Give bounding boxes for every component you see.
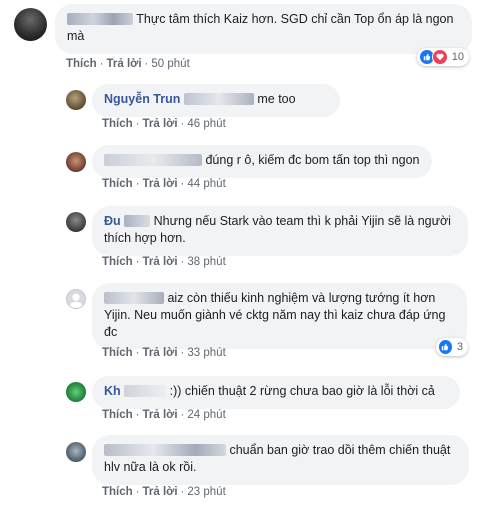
redacted-name bbox=[104, 292, 164, 304]
commenter-name[interactable]: Nguyễn Trun bbox=[104, 92, 180, 106]
timestamp[interactable]: 44 phút bbox=[187, 178, 225, 190]
avatar[interactable] bbox=[66, 152, 86, 172]
like-link[interactable]: Thích bbox=[102, 486, 133, 498]
like-link[interactable]: Thích bbox=[102, 118, 133, 130]
avatar[interactable] bbox=[66, 382, 86, 402]
comment-actions: Thích · Trả lời · 38 phút bbox=[102, 256, 226, 268]
commenter-name[interactable]: Đu bbox=[104, 214, 121, 228]
comment-bubble: Nguyễn Trun me too bbox=[92, 84, 340, 117]
comment-bubble: Đu Nhưng nếu Stark vào team thì k phải Y… bbox=[92, 206, 468, 256]
redacted-name bbox=[104, 444, 226, 456]
timestamp[interactable]: 38 phút bbox=[187, 256, 225, 268]
commenter-name[interactable]: Kh bbox=[104, 384, 121, 398]
like-link[interactable]: Thích bbox=[66, 58, 97, 70]
reply-link[interactable]: Trả lời bbox=[143, 347, 178, 359]
timestamp[interactable]: 33 phút bbox=[187, 347, 225, 359]
reply-6: chuẩn ban giờ trao dồi thêm chiến thuật … bbox=[0, 432, 497, 511]
comment-text: Nhưng nếu Stark vào team thì k phải Yiji… bbox=[104, 214, 451, 245]
comment-text: me too bbox=[257, 92, 296, 106]
redacted-name bbox=[67, 13, 133, 25]
timestamp[interactable]: 23 phút bbox=[187, 486, 225, 498]
timestamp[interactable]: 50 phút bbox=[151, 58, 189, 70]
reply-2: đúng r ô, kiếm đc bom tấn top thì ngon T… bbox=[0, 142, 497, 202]
heart-icon bbox=[431, 49, 448, 65]
timestamp[interactable]: 24 phút bbox=[187, 409, 225, 421]
comment-bubble: chuẩn ban giờ trao dồi thêm chiến thuật … bbox=[92, 435, 469, 485]
timestamp[interactable]: 46 phút bbox=[187, 118, 225, 130]
reactions-badge[interactable]: 10 bbox=[417, 48, 469, 66]
reply-link[interactable]: Trả lời bbox=[107, 58, 142, 70]
reply-link[interactable]: Trả lời bbox=[143, 409, 178, 421]
like-link[interactable]: Thích bbox=[102, 256, 133, 268]
reply-5: Kh :)) chiến thuật 2 rừng chưa bao giờ l… bbox=[0, 372, 497, 432]
comment-actions: Thích · Trả lời · 24 phút bbox=[102, 409, 226, 421]
reply-1: Nguyễn Trun me too Thích · Trả lời · 46 phút bbox=[0, 80, 497, 142]
reply-link[interactable]: Trả lời bbox=[143, 178, 178, 190]
comment-actions: Thích · Trả lời · 33 phút bbox=[102, 347, 226, 359]
reply-4: aiz còn thiếu kinh nghiệm và lượng tướng… bbox=[0, 280, 497, 372]
redacted-name bbox=[124, 215, 151, 227]
reaction-count: 3 bbox=[456, 341, 463, 353]
thumbs-up-icon bbox=[438, 339, 453, 355]
redacted-name bbox=[124, 385, 167, 397]
like-link[interactable]: Thích bbox=[102, 409, 133, 421]
comment-text: đúng r ô, kiếm đc bom tấn top thì ngon bbox=[205, 153, 420, 167]
comment-actions: Thích · Trả lời · 44 phút bbox=[102, 178, 226, 190]
reply-link[interactable]: Trả lời bbox=[143, 256, 178, 268]
redacted-name bbox=[183, 93, 254, 105]
redacted-name bbox=[104, 154, 202, 166]
avatar[interactable] bbox=[66, 442, 86, 462]
avatar[interactable] bbox=[66, 289, 86, 309]
comment-bubble: Thực tâm thích Kaiz hơn. SGD chỉ cần Top… bbox=[55, 4, 472, 54]
avatar[interactable] bbox=[14, 8, 47, 41]
comment-actions: Thích · Trả lời · 23 phút bbox=[102, 486, 226, 498]
default-profile-icon bbox=[68, 293, 84, 308]
comment-text: :)) chiến thuật 2 rừng chưa bao giờ là l… bbox=[169, 384, 435, 398]
avatar[interactable] bbox=[66, 90, 86, 110]
like-link[interactable]: Thích bbox=[102, 347, 133, 359]
reply-link[interactable]: Trả lời bbox=[143, 118, 178, 130]
comment-bubble: Kh :)) chiến thuật 2 rừng chưa bao giờ l… bbox=[92, 376, 460, 409]
avatar[interactable] bbox=[66, 212, 86, 232]
comment-actions: Thích · Trả lời · 46 phút bbox=[102, 118, 226, 130]
reactions-badge[interactable]: 3 bbox=[436, 338, 468, 356]
reaction-count: 10 bbox=[451, 51, 464, 63]
comment-1: Thực tâm thích Kaiz hơn. SGD chỉ cần Top… bbox=[0, 0, 497, 80]
reply-3: Đu Nhưng nếu Stark vào team thì k phải Y… bbox=[0, 202, 497, 280]
comment-bubble: aiz còn thiếu kinh nghiệm và lượng tướng… bbox=[92, 283, 467, 349]
reply-link[interactable]: Trả lời bbox=[143, 486, 178, 498]
comment-bubble: đúng r ô, kiếm đc bom tấn top thì ngon bbox=[92, 145, 432, 178]
comment-actions: Thích · Trả lời · 50 phút bbox=[66, 58, 190, 70]
like-link[interactable]: Thích bbox=[102, 178, 133, 190]
